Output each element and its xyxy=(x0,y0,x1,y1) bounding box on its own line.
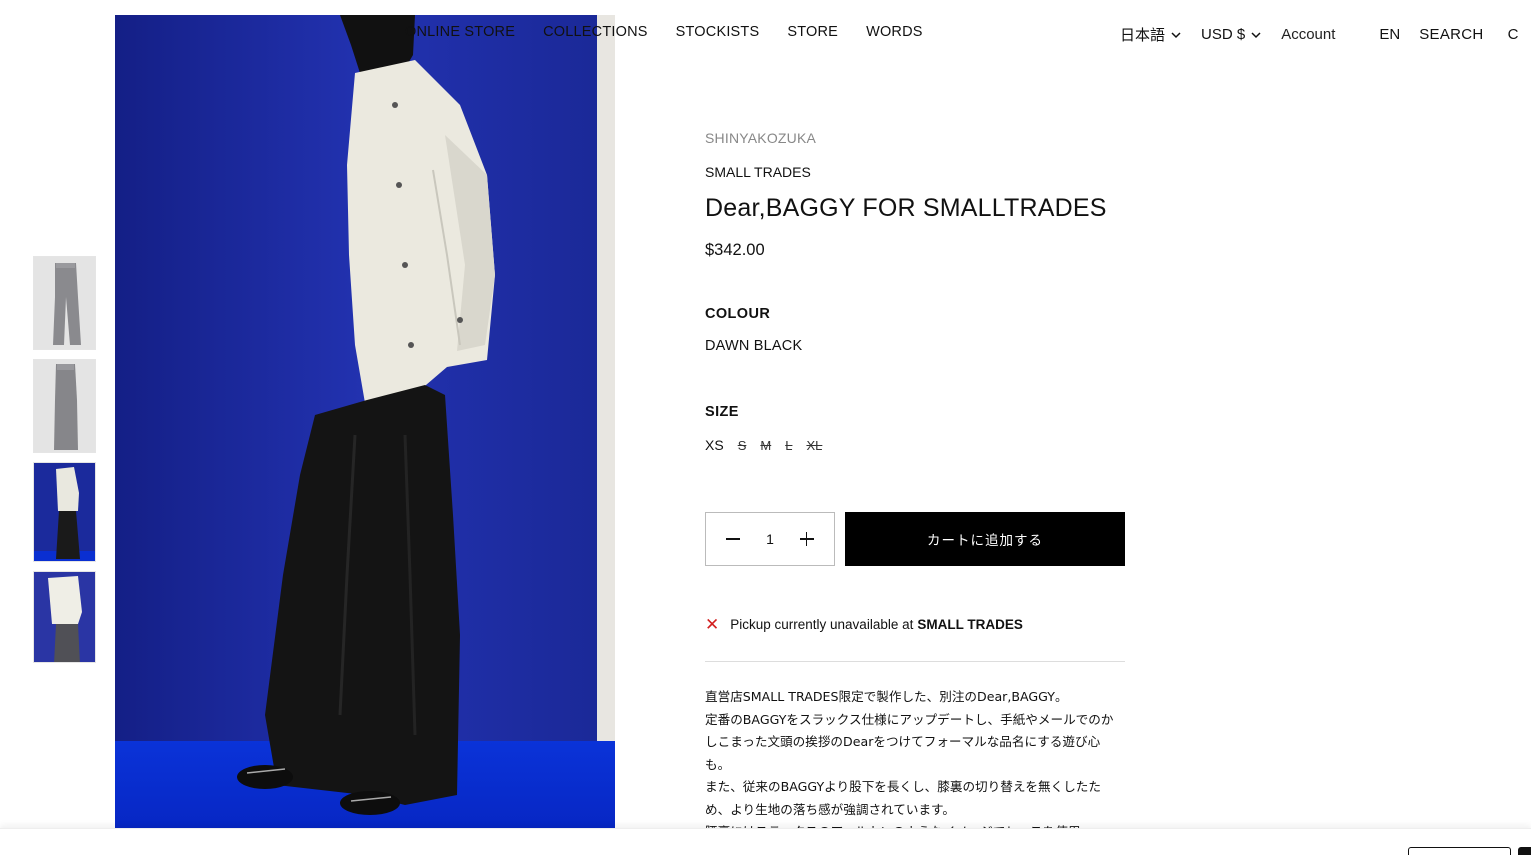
colour-label: COLOUR xyxy=(705,306,771,322)
increment-button[interactable] xyxy=(799,532,814,546)
thumbnail-2[interactable] xyxy=(33,359,96,453)
language-select[interactable]: 日本語 xyxy=(1120,24,1181,45)
search-link[interactable]: SEARCH xyxy=(1419,26,1483,43)
thumbnail-image xyxy=(34,257,95,349)
bottom-button-outline[interactable] xyxy=(1408,847,1511,855)
thumbnail-1[interactable] xyxy=(33,256,96,350)
thumbnail-image xyxy=(34,360,95,452)
pickup-text: Pickup currently unavailable at xyxy=(730,617,914,632)
decrement-button[interactable] xyxy=(726,532,740,546)
description-line: 直営店SMALL TRADES限定で製作した、別注のDear,BAGGY。 xyxy=(705,689,1068,704)
currency-select-label: USD $ xyxy=(1201,26,1246,43)
size-option-m[interactable]: M xyxy=(760,438,771,453)
size-option-s[interactable]: S xyxy=(738,438,747,453)
size-selector: XS S M L XL xyxy=(705,437,1125,453)
purchase-row: 1 カートに追加する xyxy=(705,512,1125,566)
product-store: SMALL TRADES xyxy=(705,164,811,180)
language-code-link[interactable]: EN xyxy=(1379,26,1400,43)
product-title: Dear,BAGGY FOR SMALLTRADES xyxy=(705,194,1107,222)
close-icon: ✕ xyxy=(705,615,720,634)
product-description: 直営店SMALL TRADES限定で製作した、別注のDear,BAGGY。 定番… xyxy=(705,686,1125,844)
currency-select[interactable]: USD $ xyxy=(1201,26,1261,43)
colour-value[interactable]: DAWN BLACK xyxy=(705,338,1125,354)
thumbnail-4[interactable] xyxy=(33,571,96,663)
description-line: また、従来のBAGGYより股下を長くし、膝裏の切り替えを無くしたため、より生地の… xyxy=(705,779,1101,817)
utility-bar: 日本語 USD $ Account EN SEARCH C xyxy=(1120,24,1518,45)
chevron-down-icon xyxy=(1251,31,1261,38)
thumbnail-3[interactable] xyxy=(33,462,96,562)
quantity-stepper: 1 xyxy=(705,512,835,566)
chevron-down-icon xyxy=(1171,31,1181,38)
cart-link[interactable]: C xyxy=(1508,26,1519,43)
pickup-location: SMALL TRADES xyxy=(917,617,1023,632)
nav-online-store[interactable]: ONLINE STORE xyxy=(405,24,515,40)
divider xyxy=(705,661,1125,662)
nav-stockists[interactable]: STOCKISTS xyxy=(676,24,760,40)
main-nav: ONLINE STORE COLLECTIONS STOCKISTS STORE… xyxy=(405,24,923,40)
language-select-label: 日本語 xyxy=(1120,27,1166,44)
description-line: 定番のBAGGYをスラックス仕様にアップデートし、手紙やメールでのかしこまった文… xyxy=(705,711,1114,772)
product-vendor[interactable]: SHINYAKOZUKA xyxy=(705,130,1125,146)
account-link[interactable]: Account xyxy=(1281,26,1335,43)
size-option-xs[interactable]: XS xyxy=(705,437,724,453)
bottom-button-solid[interactable] xyxy=(1518,847,1531,855)
product-info: SHINYAKOZUKA SMALL TRADES Dear,BAGGY FOR… xyxy=(705,130,1125,453)
product-photo xyxy=(115,15,615,828)
product-main-image[interactable] xyxy=(115,15,615,828)
nav-words[interactable]: WORDS xyxy=(866,24,923,40)
size-label: SIZE xyxy=(705,404,739,420)
size-option-l[interactable]: L xyxy=(785,438,792,453)
add-to-cart-button[interactable]: カートに追加する xyxy=(845,512,1125,566)
product-price: $342.00 xyxy=(705,241,765,259)
nav-store[interactable]: STORE xyxy=(787,24,838,40)
bottom-bar xyxy=(0,828,1531,855)
pickup-availability: ✕ Pickup currently unavailable at SMALL … xyxy=(705,616,1125,633)
thumbnail-image xyxy=(34,572,95,662)
quantity-value[interactable]: 1 xyxy=(766,531,774,547)
thumbnail-image xyxy=(34,463,95,561)
size-option-xl[interactable]: XL xyxy=(806,438,822,453)
nav-collections[interactable]: COLLECTIONS xyxy=(543,24,648,40)
thumbnail-list xyxy=(33,256,96,672)
